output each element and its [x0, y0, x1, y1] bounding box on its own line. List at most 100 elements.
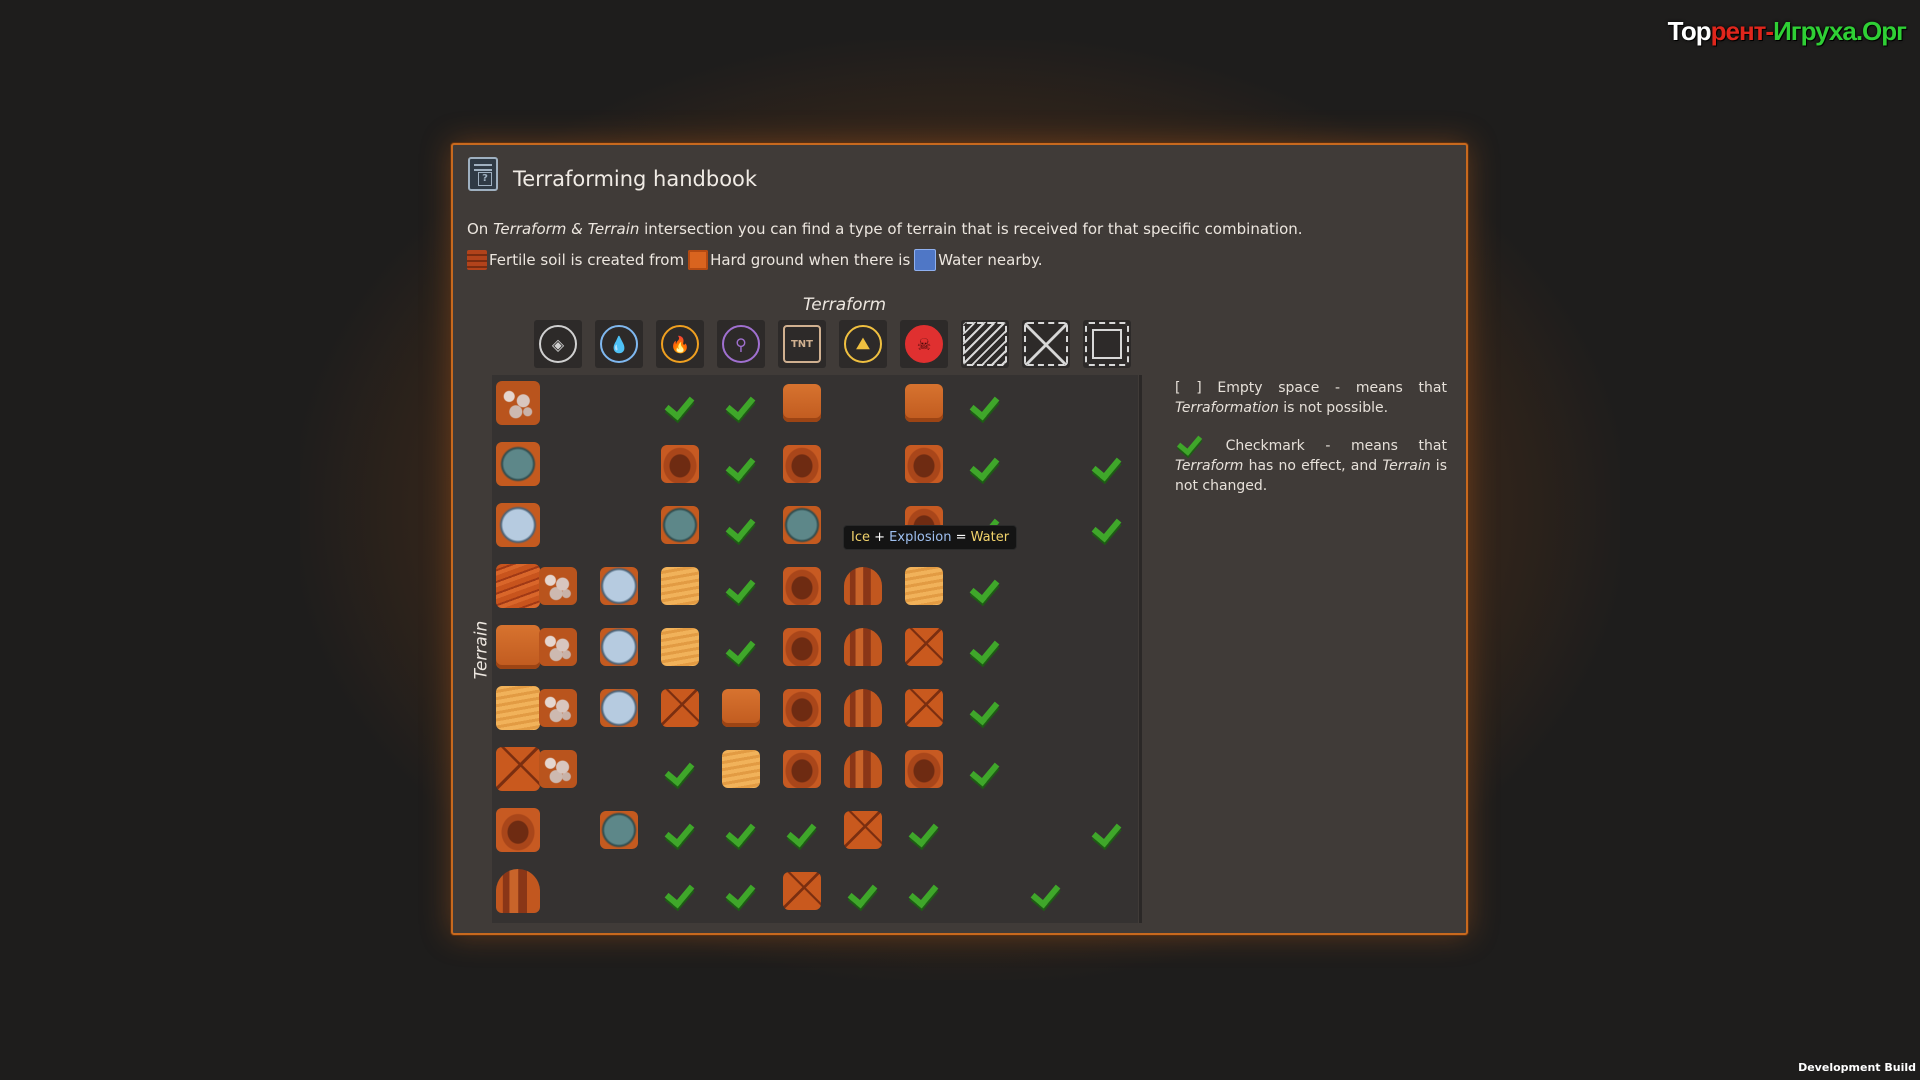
grid-cell[interactable]: [716, 622, 766, 672]
terraform-column-header[interactable]: 💧: [595, 320, 643, 368]
terraform-column-header[interactable]: TNT: [778, 320, 826, 368]
grid-cell[interactable]: [960, 439, 1010, 489]
grid-cell[interactable]: [594, 805, 644, 855]
tooltip-explosion: Explosion: [889, 530, 952, 545]
grid-cell[interactable]: [777, 561, 827, 611]
grid-cell[interactable]: [716, 805, 766, 855]
grid-cell[interactable]: [655, 683, 705, 733]
fertile-soil-icon: [467, 250, 487, 270]
grid-cell[interactable]: [655, 866, 705, 916]
grid-cell[interactable]: [899, 866, 949, 916]
grid-cell[interactable]: [716, 439, 766, 489]
terraform-column-header[interactable]: ☠: [900, 320, 948, 368]
checkmark-icon: [665, 818, 695, 842]
ice-terrain-icon: [600, 689, 638, 727]
grid-cell[interactable]: [777, 378, 827, 428]
grid-cell[interactable]: [533, 561, 583, 611]
terrain-row-header[interactable]: [493, 439, 543, 489]
terraform-column-header[interactable]: 🔥: [656, 320, 704, 368]
grid-cell[interactable]: [1082, 500, 1132, 550]
ice-terrain-icon: [496, 503, 540, 547]
grid-cell[interactable]: [716, 561, 766, 611]
grid-divider: [1139, 375, 1142, 923]
grid-cell[interactable]: [960, 683, 1010, 733]
ice-terrain-icon: [600, 628, 638, 666]
rocky-terrain-icon: [539, 689, 577, 727]
grid-cell[interactable]: [655, 805, 705, 855]
grid-cell[interactable]: [594, 683, 644, 733]
grid-cell[interactable]: [777, 500, 827, 550]
water-icon: [914, 249, 937, 271]
grid-cell[interactable]: [777, 622, 827, 672]
terrain-row-header[interactable]: [493, 378, 543, 428]
grid-cell[interactable]: [899, 378, 949, 428]
hard-terrain-icon: [905, 384, 943, 422]
intro-italic: Terraform & Terrain: [493, 220, 640, 238]
grid-cell[interactable]: [777, 439, 827, 489]
grid-cell[interactable]: [594, 561, 644, 611]
crack-terrain-icon: [905, 689, 943, 727]
watermark-part-1: Тор: [1667, 16, 1712, 46]
grid-cell[interactable]: [1082, 439, 1132, 489]
grid-cell[interactable]: [960, 378, 1010, 428]
terrain-row-header[interactable]: [493, 805, 543, 855]
terraform-column-header[interactable]: [1083, 320, 1131, 368]
terrain-row-header[interactable]: [493, 866, 543, 916]
check-note-italic-2: Terrain: [1382, 458, 1431, 474]
ice-terrain-icon: [600, 567, 638, 605]
grid-cell[interactable]: [777, 683, 827, 733]
grid-cell[interactable]: [960, 561, 1010, 611]
grid-cell[interactable]: [716, 500, 766, 550]
grid-cell[interactable]: [594, 622, 644, 672]
clay-terrain-icon: [783, 628, 821, 666]
grid-cell[interactable]: [1021, 866, 1071, 916]
terrain-row-header[interactable]: [493, 500, 543, 550]
grid-cell[interactable]: [899, 683, 949, 733]
grid-cell[interactable]: [899, 439, 949, 489]
grid-cell[interactable]: [655, 622, 705, 672]
grid-cell[interactable]: [533, 683, 583, 733]
landslide-icon: ⛰: [844, 325, 882, 363]
terraform-column-header[interactable]: ⛰: [839, 320, 887, 368]
grid-cell[interactable]: [716, 744, 766, 794]
pillar-terrain-icon: [844, 750, 882, 788]
grid-cell[interactable]: [655, 378, 705, 428]
terraform-column-header[interactable]: [1022, 320, 1070, 368]
grid-cell[interactable]: [1082, 805, 1132, 855]
grid-cell[interactable]: [655, 439, 705, 489]
checkmark-icon: [970, 452, 1000, 476]
checkmark-icon: [1092, 452, 1122, 476]
terraform-column-header[interactable]: ◈: [534, 320, 582, 368]
checkmark-icon: [970, 696, 1000, 720]
terraform-column-header[interactable]: [961, 320, 1009, 368]
grid-cell[interactable]: [655, 500, 705, 550]
grid-cell[interactable]: [899, 561, 949, 611]
grid-cell[interactable]: [716, 683, 766, 733]
clay-terrain-icon: [783, 689, 821, 727]
grid-cell[interactable]: [777, 744, 827, 794]
grid-cell[interactable]: [777, 805, 827, 855]
legend-water-text: Water nearby.: [938, 251, 1043, 269]
terraform-column-header[interactable]: ⚲: [717, 320, 765, 368]
grid-cell[interactable]: [899, 805, 949, 855]
grid-cell[interactable]: [899, 622, 949, 672]
grid-cell[interactable]: [655, 561, 705, 611]
grid-cell[interactable]: [899, 744, 949, 794]
grid-cell[interactable]: [533, 744, 583, 794]
terraforming-handbook-window: Terraforming handbook On Terraform & Ter…: [451, 143, 1468, 935]
grid-cell[interactable]: [716, 866, 766, 916]
fire-icon: 🔥: [661, 325, 699, 363]
grid-cell[interactable]: [533, 622, 583, 672]
grid-cell[interactable]: [716, 378, 766, 428]
grid-cell[interactable]: [838, 805, 888, 855]
grid-cell[interactable]: [838, 622, 888, 672]
grid-cell[interactable]: [838, 866, 888, 916]
grid-cell[interactable]: [960, 622, 1010, 672]
checkmark-icon: [726, 635, 756, 659]
grid-cell[interactable]: [777, 866, 827, 916]
grid-cell[interactable]: [838, 561, 888, 611]
grid-cell[interactable]: [960, 744, 1010, 794]
grid-cell[interactable]: [838, 683, 888, 733]
grid-cell[interactable]: [655, 744, 705, 794]
grid-cell[interactable]: [838, 744, 888, 794]
